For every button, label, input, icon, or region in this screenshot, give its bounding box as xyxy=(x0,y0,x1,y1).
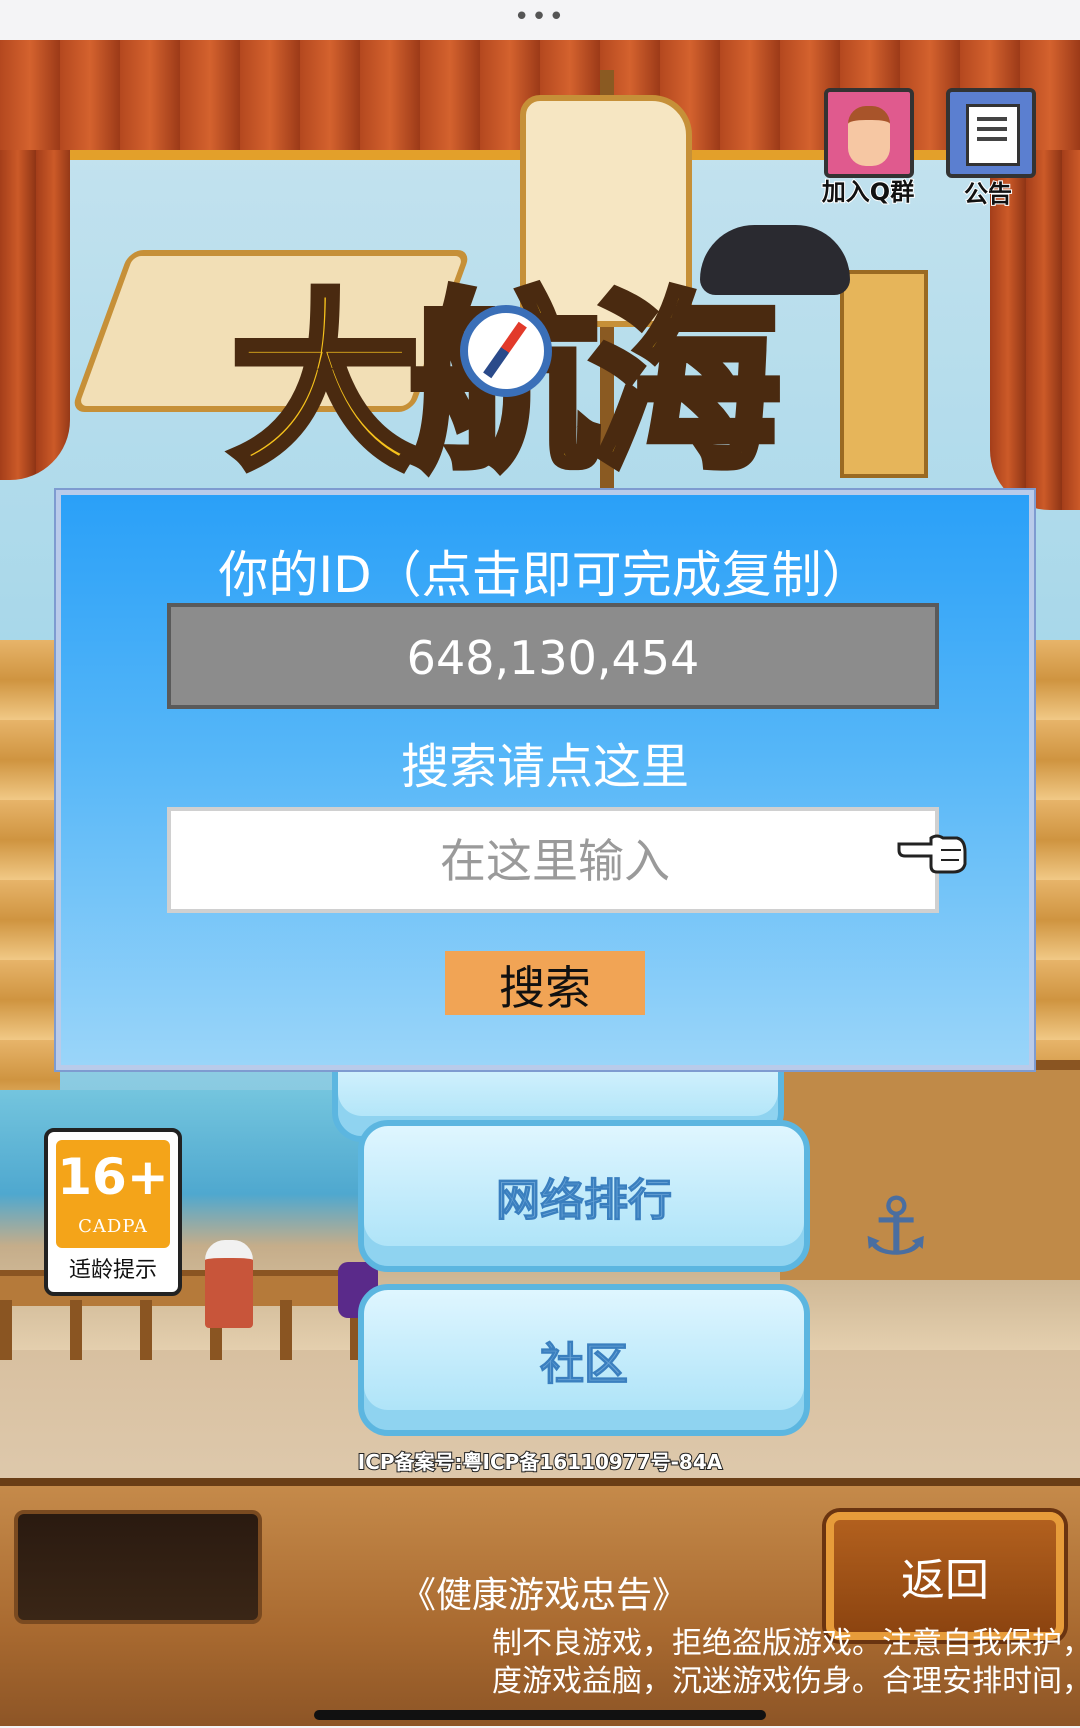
age-rating-tip: 适龄提示 xyxy=(68,1258,157,1283)
search-input[interactable] xyxy=(171,811,939,911)
character-portrait-icon xyxy=(848,106,890,166)
search-title: 搜索请点这里 xyxy=(400,739,689,795)
anchor-icon: ⚓ xyxy=(860,1180,932,1273)
icp-license-text: ICP备案号:粤ICP备16110977号-84A xyxy=(357,1449,724,1475)
id-title: 你的ID（点击即可完成复制） xyxy=(218,546,872,604)
curtain-left xyxy=(0,150,70,480)
pier-legs xyxy=(0,1300,360,1360)
age-rating-number: 16+ xyxy=(57,1148,169,1206)
player-id-value: 648,130,454 xyxy=(406,631,700,685)
announcement-button[interactable] xyxy=(946,88,1036,178)
age-rating-org: CADPA xyxy=(78,1216,148,1237)
compass-icon xyxy=(460,305,552,397)
join-qq-group-button[interactable] xyxy=(824,88,914,178)
health-advice-line-2: 度游戏益脑，沉迷游戏伤身。合理安排时间， xyxy=(492,1664,1080,1699)
player-id-copy-box[interactable]: 648,130,454 xyxy=(167,603,939,709)
document-icon xyxy=(966,104,1020,166)
community-button[interactable]: 社区 xyxy=(358,1284,810,1436)
id-dialog: 你的ID（点击即可完成复制） 648,130,454 搜索请点这里 搜索 xyxy=(56,490,1034,1070)
search-input-wrapper xyxy=(167,807,939,913)
age-rating-box: 16+ CADPA xyxy=(56,1140,170,1248)
more-options-icon[interactable]: ••• xyxy=(0,2,1080,32)
dark-panel xyxy=(14,1510,262,1624)
status-bar: ••• xyxy=(0,0,1080,40)
age-rating-badge: 16+ CADPA 适龄提示 xyxy=(44,1128,182,1296)
home-indicator[interactable] xyxy=(314,1710,766,1720)
sailor-character xyxy=(205,1240,253,1328)
search-button[interactable]: 搜索 xyxy=(445,951,645,1015)
announcement-label: 公告 xyxy=(963,179,1013,209)
pointing-hand-icon xyxy=(897,834,967,874)
back-button-label: 返回 xyxy=(901,1555,989,1606)
community-label: 社区 xyxy=(540,1339,629,1391)
join-qq-group-label: 加入Q群 xyxy=(821,177,915,207)
ranking-button[interactable]: 网络排行 xyxy=(358,1120,810,1272)
health-advice-title: 《健康游戏忠告》 xyxy=(400,1575,689,1616)
ranking-label: 网络排行 xyxy=(496,1175,673,1227)
pirate-hat-icon xyxy=(700,225,850,295)
